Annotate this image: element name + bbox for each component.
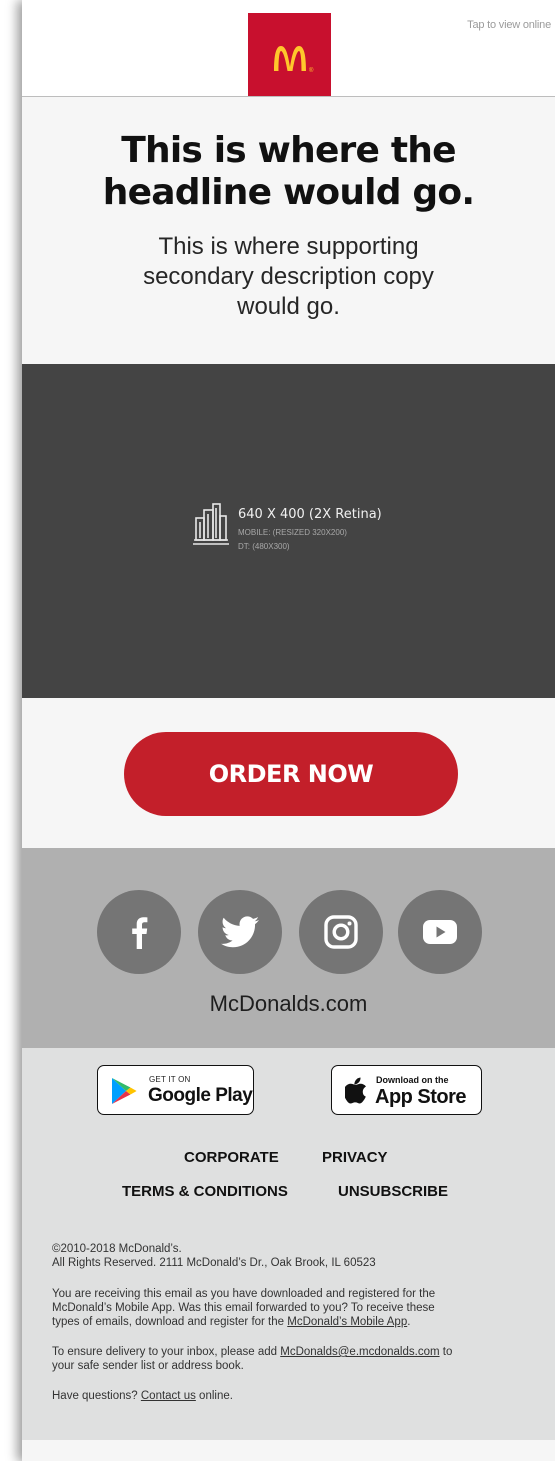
reason-line-2: McDonald’s Mobile App. Was this email fo… (52, 1302, 435, 1314)
facebook-button[interactable] (97, 890, 181, 974)
instagram-icon (324, 915, 358, 949)
headline: This is where the headline would go. (22, 130, 555, 214)
delivery-prefix: To ensure delivery to your inbox, please… (52, 1346, 281, 1358)
reason-line-3-prefix: types of emails, download and register f… (52, 1316, 288, 1328)
google-play-caption: GET IT ON (149, 1075, 191, 1084)
golden-arches-icon (274, 46, 306, 71)
buildings-placeholder-icon (193, 503, 229, 545)
youtube-button[interactable] (398, 890, 482, 974)
unsubscribe-link[interactable]: UNSUBSCRIBE (338, 1183, 448, 1200)
instagram-button[interactable] (299, 890, 383, 974)
app-store-caption: Download on the (376, 1075, 449, 1085)
reason-line-1: You are receiving this email as you have… (52, 1288, 436, 1300)
subcopy-line-3: would go. (237, 293, 340, 320)
app-store-label: App Store (375, 1086, 467, 1108)
copyright-line-2: All Rights Reserved. 2111 McDonald’s Dr.… (52, 1257, 376, 1269)
placeholder-dimensions: 640 X 400 (2X Retina) (238, 507, 382, 522)
email-footer: GET IT ON Google Play Download on the Ap… (22, 1048, 555, 1440)
questions-suffix: online. (195, 1390, 233, 1402)
order-now-button[interactable]: ORDER NOW (124, 732, 458, 816)
google-play-label: Google Play (148, 1085, 253, 1106)
apple-icon (345, 1077, 366, 1104)
subcopy-line-1: This is where supporting (158, 233, 419, 260)
sender-email-link[interactable]: McDonalds@e.mcdonalds.com (280, 1346, 439, 1358)
app-store-badge[interactable]: Download on the App Store (331, 1065, 482, 1115)
hero-section: This is where the headline would go. Thi… (22, 97, 555, 364)
registration-notice: You are receiving this email as you have… (52, 1287, 532, 1329)
twitter-button[interactable] (198, 890, 282, 974)
subheadline: This is where supporting secondary descr… (22, 232, 555, 322)
twitter-icon (221, 916, 259, 948)
delivery-suffix: to (439, 1346, 453, 1358)
mcdonalds-website-link[interactable]: McDonalds.com (22, 991, 555, 1017)
cta-section: ORDER NOW (22, 698, 555, 848)
headline-line-1: This is where the (121, 130, 456, 171)
view-online-link[interactable]: Tap to view online (467, 19, 551, 31)
copyright-line-1: ©2010-2018 McDonald’s. (52, 1243, 182, 1255)
contact-us-link[interactable]: Contact us (141, 1390, 196, 1402)
mcdonalds-logo[interactable]: ® (248, 13, 331, 97)
placeholder-mobile-size: MOBILE: (RESIZED 320X200) (238, 528, 347, 537)
headline-line-2: headline would go. (102, 172, 475, 213)
email-header: ® Tap to view online (22, 0, 555, 97)
delivery-notice: To ensure delivery to your inbox, please… (52, 1345, 532, 1373)
facebook-icon (132, 917, 148, 949)
corporate-link[interactable]: CORPORATE (184, 1149, 279, 1166)
google-play-badge[interactable]: GET IT ON Google Play (97, 1065, 254, 1115)
email-container: ® Tap to view online This is where the h… (22, 0, 555, 1461)
bottom-spacer (22, 1440, 555, 1461)
copyright-notice: ©2010-2018 McDonald’s. All Rights Reserv… (52, 1242, 532, 1270)
mobile-app-link[interactable]: McDonald’s Mobile App (287, 1316, 407, 1328)
social-section: McDonalds.com (22, 848, 555, 1048)
hero-image-placeholder: 640 X 400 (2X Retina) MOBILE: (RESIZED 3… (22, 364, 555, 698)
privacy-link[interactable]: PRIVACY (322, 1149, 388, 1166)
placeholder-desktop-size: DT: (480X300) (238, 542, 290, 551)
terms-conditions-link[interactable]: TERMS & CONDITIONS (122, 1183, 288, 1200)
registered-mark: ® (309, 68, 314, 74)
questions-notice: Have questions? Contact us online. (52, 1389, 532, 1403)
google-play-icon (112, 1078, 137, 1104)
youtube-icon (423, 920, 457, 944)
delivery-line-2: your safe sender list or address book. (52, 1360, 244, 1372)
reason-line-3-suffix: . (407, 1316, 411, 1328)
subcopy-line-2: secondary description copy (143, 263, 434, 290)
questions-prefix: Have questions? (52, 1390, 141, 1402)
